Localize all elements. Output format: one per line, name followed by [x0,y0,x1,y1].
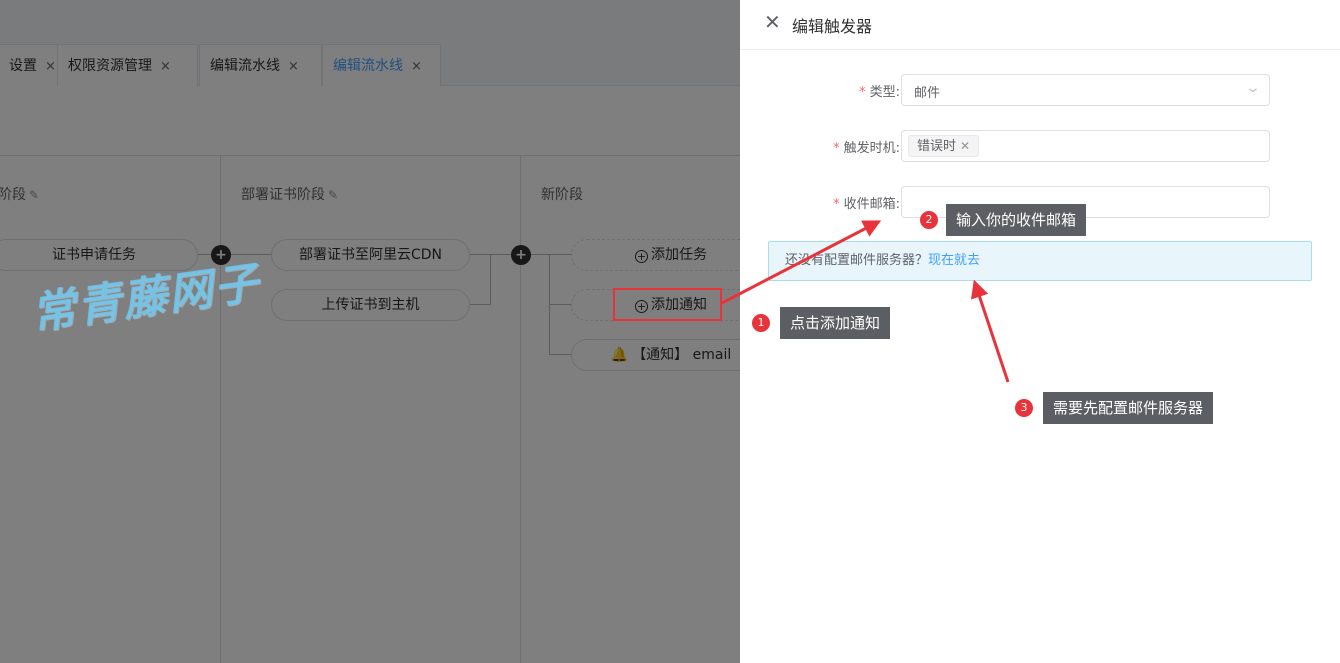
pipeline-editor: 设置× 权限资源管理× 编辑流水线× 编辑流水线× 阶段✎ 部署证书阶段✎ 新阶… [0,0,740,663]
trigger-time-select[interactable]: 错误时 ✕ [901,130,1270,162]
email-label-text: 收件邮箱 [843,197,896,212]
callout-step-3: 需要先配置邮件服务器 [1043,392,1214,424]
callout-number: 1 [752,314,770,332]
trigger-tag-label: 错误时 [917,139,957,154]
callout-number: 3 [1015,399,1033,417]
callout-number: 2 [920,211,938,229]
close-icon[interactable]: ✕ [960,139,970,153]
highlight-box [613,288,722,321]
type-label: * 类型: [740,81,900,100]
trigger-time-label-text: 触发时机 [843,141,896,156]
label-colon: : [895,141,900,156]
notice-text: 还没有配置邮件服务器？ [785,253,929,268]
label-colon: : [895,197,900,212]
type-label-text: 类型 [869,85,896,100]
callout-step-2: 输入你的收件邮箱 [946,204,1087,236]
drawer-header: ✕ 编辑触发器 [740,0,1340,50]
email-label: * 收件邮箱: [740,193,900,212]
trigger-time-label: * 触发时机: [740,137,900,156]
mail-server-notice: 还没有配置邮件服务器？现在就去 [768,241,1312,281]
close-icon[interactable]: ✕ [764,10,781,34]
callout-step-1: 点击添加通知 [780,307,891,339]
type-select[interactable]: 邮件 ⌄ [901,74,1270,106]
required-mark: * [859,85,866,100]
chevron-down-icon: ⌄ [1244,80,1262,96]
label-colon: : [895,85,900,100]
go-configure-link[interactable]: 现在就去 [928,253,980,268]
trigger-tag: 错误时 ✕ [908,135,980,157]
type-select-value: 邮件 [914,86,941,101]
drawer-title: 编辑触发器 [792,17,873,36]
required-mark: * [833,141,840,156]
required-mark: * [833,197,840,212]
modal-mask[interactable] [0,0,740,663]
